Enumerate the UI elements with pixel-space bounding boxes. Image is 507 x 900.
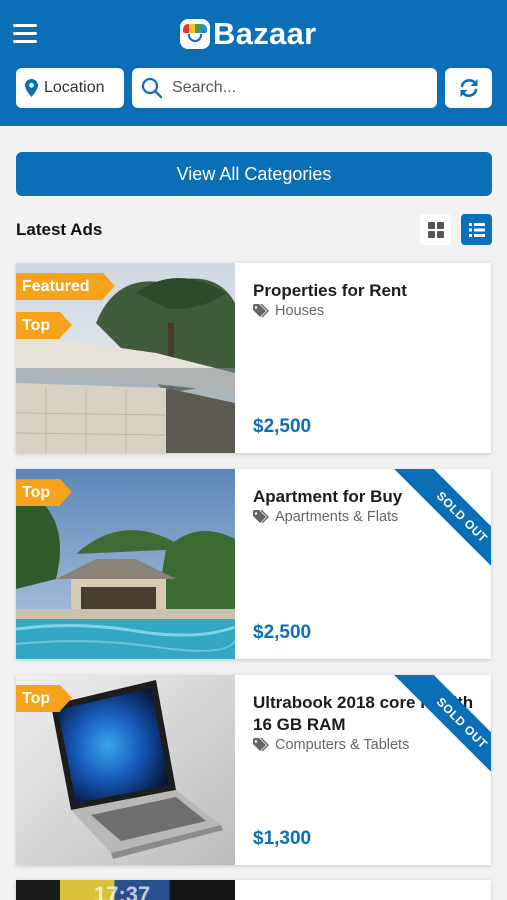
refresh-button[interactable] — [445, 68, 492, 108]
ad-price: $2,500 — [253, 622, 312, 643]
ad-category: Apartments & Flats — [253, 509, 398, 525]
phone-clock-text: 17:37 — [94, 882, 151, 900]
ad-image-phone: 17:37 — [16, 880, 235, 900]
section-title: Latest Ads — [16, 220, 103, 239]
brand-name: Bazaar — [213, 16, 317, 51]
ad-price: $2,500 — [253, 416, 312, 437]
sold-out-label: SOLD OUT — [391, 675, 491, 785]
location-button[interactable]: Location — [16, 68, 124, 108]
location-pin-icon — [25, 79, 38, 97]
location-label: Location — [44, 79, 105, 96]
ad-category: Houses — [253, 303, 324, 319]
tag-icon — [253, 738, 269, 752]
search-bar[interactable] — [132, 68, 437, 108]
ad-card[interactable]: Top Apartment for Buy Apartments & Flats… — [16, 469, 491, 659]
refresh-icon — [460, 79, 477, 97]
app-header: Bazaar Location — [0, 0, 507, 126]
ad-category-label: Houses — [275, 303, 325, 319]
grid-view-icon — [427, 221, 444, 238]
menu-icon[interactable] — [13, 24, 37, 44]
list-view-button[interactable] — [461, 214, 492, 245]
ad-title: Properties for Rent — [253, 281, 407, 300]
ad-price: $1,300 — [253, 828, 312, 849]
bazaar-logo-icon — [180, 19, 210, 49]
ad-card[interactable]: Top Ultrabook 2018 core i7 with 16 GB RA… — [16, 675, 491, 865]
tag-icon — [253, 510, 269, 524]
list-view-icon — [468, 222, 485, 237]
view-all-categories-button[interactable]: View All Categories — [16, 152, 492, 196]
search-input[interactable] — [172, 79, 422, 97]
sold-out-ribbon: SOLD OUT — [381, 675, 491, 785]
ad-card[interactable]: Featured Top Properties for Rent Houses … — [16, 263, 491, 453]
sold-out-ribbon: SOLD OUT — [381, 469, 491, 579]
tag-icon — [253, 304, 269, 318]
ad-category-label: Apartments & Flats — [275, 509, 399, 525]
top-badge: Top — [16, 685, 72, 712]
ad-card-partial[interactable]: 17:37 — [16, 880, 491, 900]
search-icon — [141, 77, 163, 99]
sold-out-label: SOLD OUT — [391, 469, 491, 579]
top-badge: Top — [16, 312, 72, 339]
featured-badge: Featured — [16, 273, 115, 300]
brand-logo: Bazaar — [180, 16, 316, 52]
top-badge: Top — [16, 479, 72, 506]
grid-view-button[interactable] — [420, 214, 451, 245]
